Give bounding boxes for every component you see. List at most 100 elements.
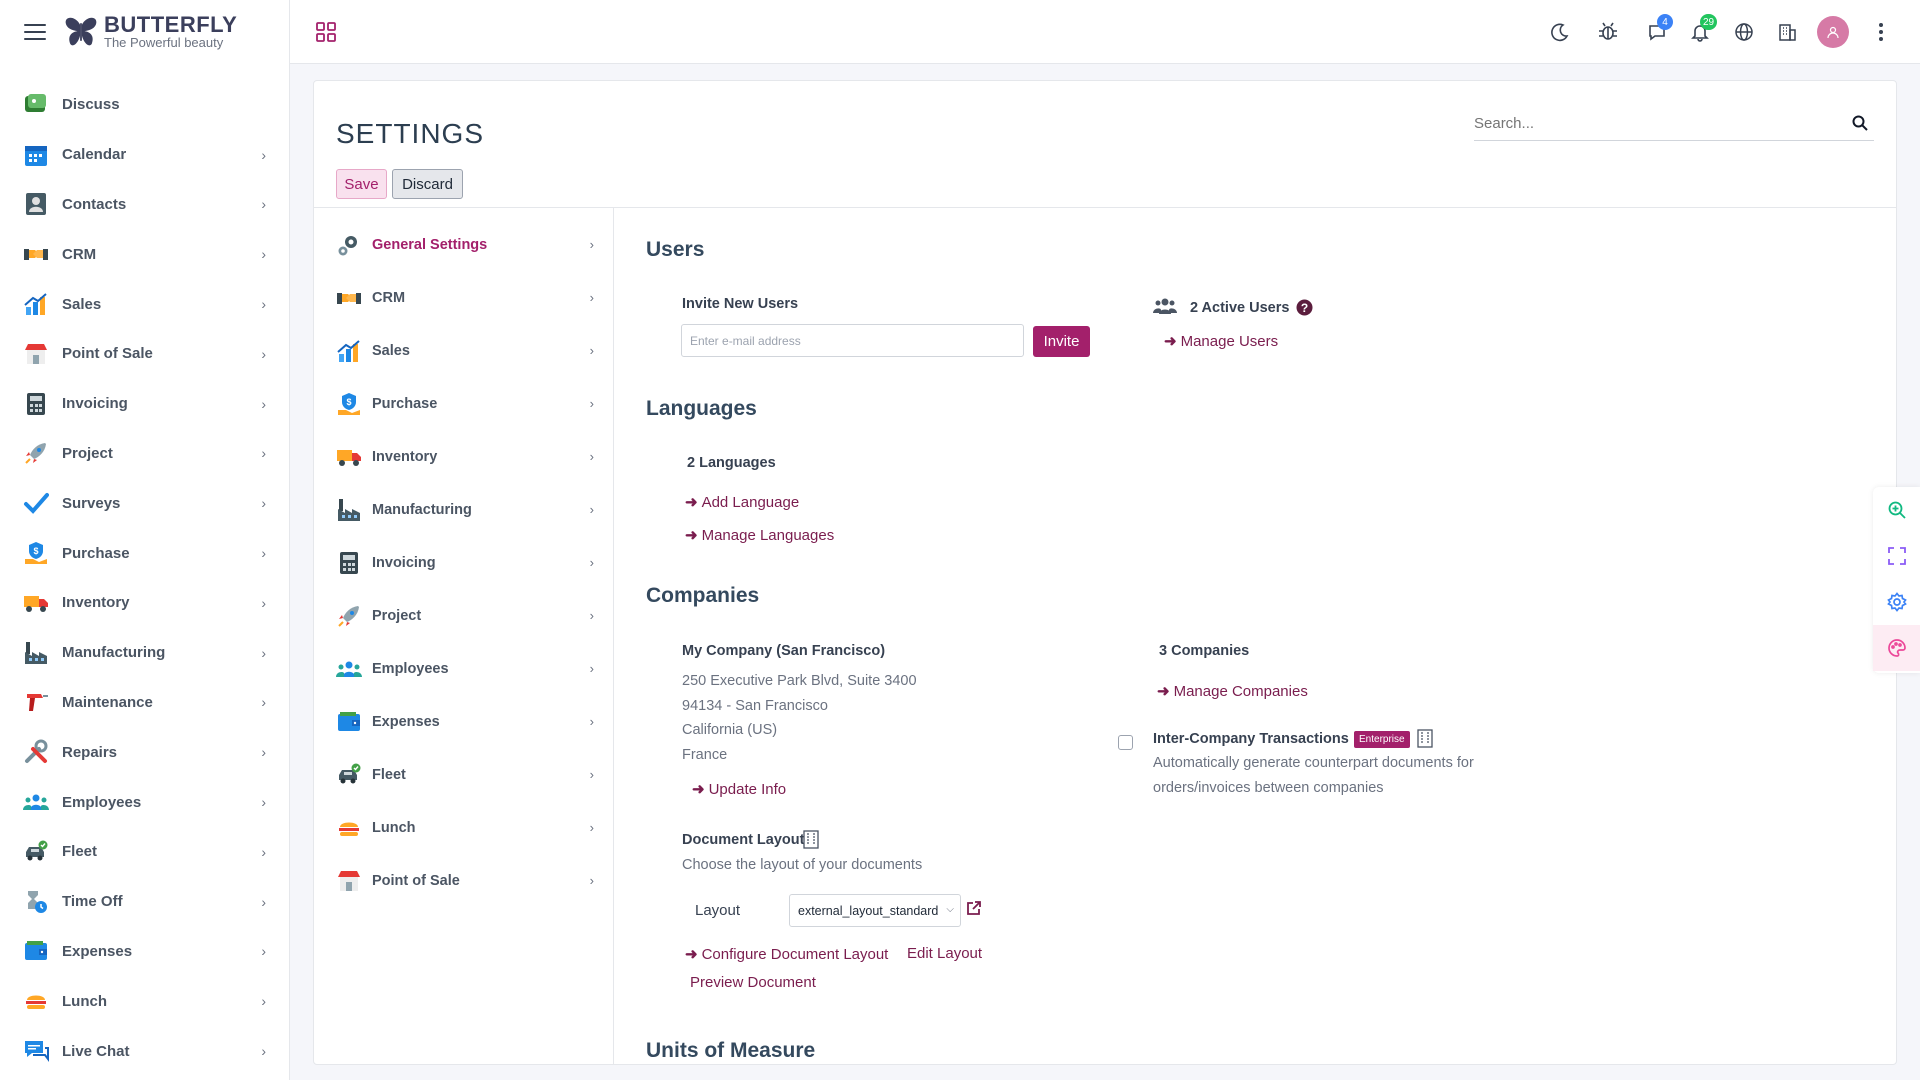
enterprise-badge: Enterprise <box>1354 731 1410 748</box>
company-building-icon[interactable] <box>1775 20 1799 44</box>
settings-nav-item-fleet[interactable]: Fleet › <box>332 748 602 801</box>
settings-nav-item-employees[interactable]: Employees › <box>332 642 602 695</box>
apps-grid-icon[interactable] <box>314 20 338 44</box>
globe-icon[interactable] <box>1732 20 1756 44</box>
sidebar-item-fleet[interactable]: Fleet › <box>0 827 290 877</box>
sidebar-item-inventory[interactable]: Inventory › <box>0 578 290 628</box>
settings-nav-item-expenses[interactable]: Expenses › <box>332 695 602 748</box>
users-heading: Users <box>646 238 705 261</box>
sidebar-item-point-of-sale[interactable]: Point of Sale › <box>0 329 290 379</box>
settings-nav-item-purchase[interactable]: $ Purchase › <box>332 377 602 430</box>
sidebar-item-discuss[interactable]: Discuss <box>0 80 290 130</box>
edit-layout-link[interactable]: Edit Layout <box>907 945 982 962</box>
layout-select[interactable]: external_layout_standard ⌵ <box>789 894 961 927</box>
settings-nav-item-crm[interactable]: CRM › <box>332 271 602 324</box>
sidebar-item-manufacturing[interactable]: Manufacturing › <box>0 628 290 678</box>
sidebar-item-maintenance[interactable]: Maintenance › <box>0 678 290 728</box>
inter-company-checkbox[interactable] <box>1118 735 1133 750</box>
brand-tagline: The Powerful beauty <box>104 35 224 50</box>
inter-company-label: Inter-Company Transactions <box>1153 731 1349 747</box>
notifications-bell-icon[interactable]: 29 <box>1688 14 1718 44</box>
configure-layout-link[interactable]: ➜ Configure Document Layout <box>685 945 888 964</box>
messages-icon[interactable]: 4 <box>1645 14 1673 44</box>
add-language-link[interactable]: ➜ Add Language <box>685 493 799 512</box>
fullscreen-icon[interactable] <box>1873 533 1920 579</box>
discard-button[interactable]: Discard <box>392 169 463 199</box>
chevron-right-icon: › <box>589 449 594 464</box>
sidebar-item-employees[interactable]: Employees › <box>0 777 290 827</box>
messages-badge: 4 <box>1657 14 1673 30</box>
zoom-search-icon[interactable] <box>1873 487 1920 533</box>
chat-icon <box>22 1037 50 1065</box>
svg-text:$: $ <box>33 546 38 556</box>
update-info-link[interactable]: ➜ Update Info <box>692 780 786 799</box>
more-options-icon[interactable] <box>1869 20 1893 44</box>
settings-nav-item-lunch[interactable]: Lunch › <box>332 801 602 854</box>
hamburger-menu-icon[interactable] <box>24 24 46 42</box>
user-avatar[interactable] <box>1817 16 1849 48</box>
preview-document-link[interactable]: Preview Document <box>690 974 816 991</box>
sidebar-item-purchase[interactable]: $ Purchase › <box>0 528 290 578</box>
manage-languages-link[interactable]: ➜ Manage Languages <box>685 526 835 545</box>
car-icon <box>336 762 362 788</box>
search-input[interactable] <box>1474 107 1834 139</box>
settings-nav-item-manufacturing[interactable]: Manufacturing › <box>332 483 602 536</box>
wallet-icon <box>336 709 362 735</box>
palette-icon[interactable] <box>1873 625 1920 671</box>
settings-nav-item-point-of-sale[interactable]: Point of Sale › <box>332 854 602 907</box>
sidebar-item-sales[interactable]: Sales › <box>0 279 290 329</box>
tools-icon <box>22 738 50 766</box>
settings-gear-icon[interactable] <box>1873 579 1920 625</box>
manage-languages-label: Manage Languages <box>701 526 835 544</box>
shop-icon <box>336 868 362 894</box>
email-field[interactable] <box>681 324 1024 357</box>
sidebar-item-label: Calendar <box>62 146 127 164</box>
sidebar-item-contacts[interactable]: Contacts › <box>0 180 290 230</box>
sidebar-item-label: Maintenance <box>62 693 153 711</box>
invite-button[interactable]: Invite <box>1033 326 1090 357</box>
help-question-icon[interactable]: ? <box>1296 299 1313 316</box>
shop-icon <box>22 340 50 368</box>
layout-field-label: Layout <box>695 902 741 919</box>
chevron-right-icon: › <box>261 395 266 412</box>
brand-logo[interactable]: BUTTERFLY The Powerful beauty <box>62 14 237 50</box>
settings-nav-item-project[interactable]: Project › <box>332 589 602 642</box>
search-icon[interactable] <box>1852 115 1868 131</box>
sidebar-item-surveys[interactable]: Surveys › <box>0 478 290 528</box>
company-address-line: France <box>682 747 728 763</box>
settings-nav-label: Manufacturing <box>372 501 472 518</box>
external-link-icon[interactable] <box>966 900 982 916</box>
document-layout-description: Choose the layout of your documents <box>682 857 923 873</box>
inter-company-description: Automatically generate counterpart docum… <box>1153 755 1474 771</box>
companies-count: 3 Companies <box>1159 643 1250 659</box>
settings-nav-label: CRM <box>372 289 406 306</box>
svg-text:?: ? <box>1301 301 1308 315</box>
sidebar-item-crm[interactable]: CRM › <box>0 229 290 279</box>
active-users-count: 2 Active Users <box>1190 300 1290 316</box>
sidebar-item-label: Time Off <box>62 893 123 911</box>
companies-heading: Companies <box>646 584 760 607</box>
sidebar-item-project[interactable]: Project › <box>0 429 290 479</box>
settings-nav-item-sales[interactable]: Sales › <box>332 324 602 377</box>
arrow-right-icon: ➜ <box>692 781 705 798</box>
settings-nav-item-invoicing[interactable]: Invoicing › <box>332 536 602 589</box>
sidebar-item-expenses[interactable]: Expenses › <box>0 927 290 977</box>
inter-company-description: orders/invoices between companies <box>1153 780 1384 796</box>
sidebar-item-repairs[interactable]: Repairs › <box>0 727 290 777</box>
arrow-right-icon: ➜ <box>685 527 698 544</box>
dark-mode-moon-icon[interactable] <box>1548 20 1572 44</box>
settings-nav-item-general-settings[interactable]: General Settings › <box>332 218 602 271</box>
sidebar-item-label: Sales <box>62 295 102 313</box>
sidebar-item-calendar[interactable]: Calendar › <box>0 130 290 180</box>
manage-users-link[interactable]: ➜ Manage Users <box>1164 332 1278 351</box>
settings-search <box>1474 107 1874 141</box>
bug-icon[interactable] <box>1596 20 1620 44</box>
save-button[interactable]: Save <box>336 169 387 199</box>
sidebar-item-live-chat[interactable]: Live Chat › <box>0 1026 290 1076</box>
sidebar-item-lunch[interactable]: Lunch › <box>0 976 290 1026</box>
sidebar-item-invoicing[interactable]: Invoicing › <box>0 379 290 429</box>
discuss-icon <box>22 91 50 119</box>
manage-companies-link[interactable]: ➜ Manage Companies <box>1157 682 1308 701</box>
sidebar-item-time-off[interactable]: Time Off › <box>0 877 290 927</box>
settings-nav-item-inventory[interactable]: Inventory › <box>332 430 602 483</box>
